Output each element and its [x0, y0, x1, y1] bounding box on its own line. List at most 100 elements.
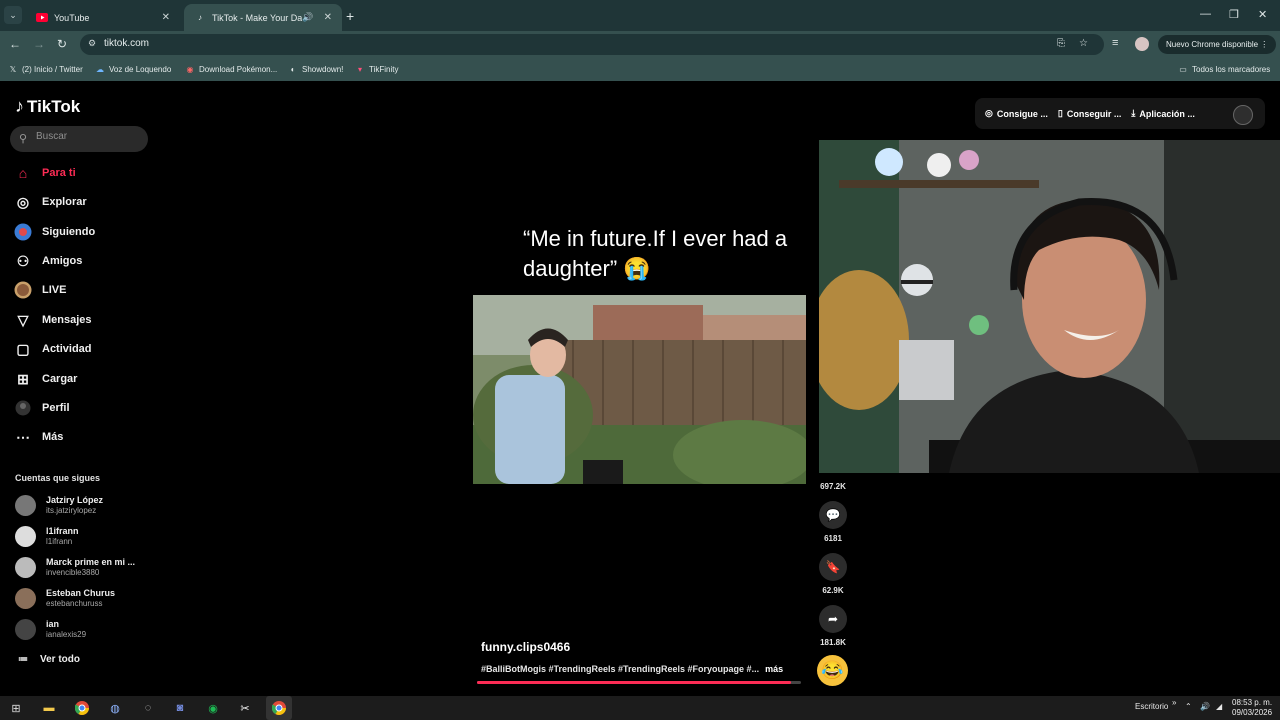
get-coins-button[interactable]: ◎ Consigue ... — [985, 108, 1048, 119]
search-icon: ⚲ — [19, 133, 28, 145]
network-icon[interactable]: ◢ — [1216, 702, 1222, 711]
tab-youtube[interactable]: YouTube ✕ — [26, 4, 180, 31]
minimize-button[interactable]: — — [1200, 8, 1211, 20]
see-all-button[interactable]: ≔ Ver todo — [18, 654, 80, 665]
close-icon[interactable]: ✕ — [324, 12, 332, 23]
search-box[interactable]: ⚲ — [10, 126, 148, 152]
url-text: tiktok.com — [104, 38, 150, 49]
browser-profile-avatar[interactable] — [1135, 37, 1149, 51]
close-window-button[interactable]: ✕ — [1258, 8, 1267, 21]
nav-label: Actividad — [42, 343, 92, 355]
install-app-icon[interactable]: ⎘ — [1057, 38, 1065, 49]
nav-mas[interactable]: ⋯ Más — [13, 427, 63, 447]
bookmark-twitter[interactable]: 𝕏 (2) Inicio / Twitter — [8, 64, 83, 74]
showdown-icon: ◐ — [290, 64, 296, 74]
nav-actividad[interactable]: ▢ Actividad — [13, 339, 92, 359]
reload-button[interactable]: ↻ — [57, 37, 67, 51]
windows-start-icon[interactable]: ⊞ — [8, 700, 24, 716]
nav-para-ti[interactable]: ⌂ Para ti — [13, 163, 76, 183]
bookmark-tikfinity[interactable]: ▾ TikFinity — [355, 64, 399, 74]
more-button[interactable]: más — [765, 664, 783, 674]
nav-live[interactable]: LIVE — [13, 280, 66, 300]
desktop-app-button[interactable]: ⤓ Aplicación ... — [1131, 108, 1195, 119]
nav-siguiendo[interactable]: Siguiendo — [13, 222, 95, 242]
desktop-toolbar-label[interactable]: Escritorio — [1135, 702, 1168, 711]
taskbar: ⊞ ▬ ◍ ◌ ◙ ◉ ✂ Escritorio » ⌃ 🔊 ◢ 08:53 p… — [0, 696, 1280, 720]
obs-icon[interactable]: ◌ — [140, 700, 156, 716]
tikfinity-icon: ▾ — [357, 64, 362, 74]
all-bookmarks[interactable]: ▭ Todos los marcadores — [1178, 64, 1270, 74]
forward-button[interactable]: → — [33, 37, 45, 51]
followed-account[interactable]: Esteban Churus estebanchuruss — [15, 588, 115, 609]
bookmark-icon[interactable]: 🔖 — [819, 553, 847, 581]
media-controls-icon[interactable]: ≡ — [1112, 37, 1118, 49]
video-hashtags: #BalliBotMogis #TrendingReels #TrendingR… — [481, 664, 783, 674]
followed-account[interactable]: l1ifrann l1ifrann — [15, 526, 79, 547]
video-player[interactable] — [473, 295, 806, 484]
compass-icon: ◎ — [16, 193, 30, 210]
home-icon: ⌂ — [18, 165, 28, 181]
account-name: Marck prime en mi ... — [46, 557, 136, 567]
followed-account[interactable]: ian ianalexis29 — [15, 619, 86, 640]
restore-button[interactable]: ❐ — [1229, 8, 1239, 21]
bookmark-loquendo[interactable]: ☁ Voz de Loquendo — [95, 64, 171, 74]
overflow-chevron-icon[interactable]: » — [1172, 698, 1176, 707]
chrome-active-icon[interactable] — [271, 700, 287, 716]
followed-accounts-header: Cuentas que sigues — [15, 473, 101, 483]
site-info-icon[interactable]: ⚙ — [88, 38, 96, 49]
comment-icon[interactable]: 💬 — [819, 501, 847, 529]
bookmark-pokemon[interactable]: ◉ Download Pokémon... — [185, 64, 278, 74]
laughing-emoji-icon[interactable]: 😂 — [817, 655, 848, 686]
chevron-up-icon[interactable]: ⌃ — [1185, 702, 1192, 711]
update-chrome-button[interactable]: Nuevo Chrome disponible ⋮ — [1158, 35, 1277, 54]
new-tab-button[interactable]: + — [346, 8, 354, 24]
tab-title: YouTube — [54, 12, 90, 23]
tab-search-button[interactable]: ⌄ — [4, 6, 22, 24]
video-author[interactable]: funny.clips0466 — [481, 640, 570, 654]
clock-time: 08:53 p. m. — [1232, 698, 1273, 707]
nav-cargar[interactable]: ⊞ Cargar — [13, 369, 77, 389]
browser-toolbar: ← → ↻ ⚙ tiktok.com ⎘ ☆ ≡ Nuevo Chrome di… — [0, 31, 1280, 58]
followed-account[interactable]: Marck prime en mi ... invencible3880 — [15, 557, 135, 578]
get-app-button[interactable]: ▯ Conseguir ... — [1058, 108, 1121, 119]
tiktok-logo[interactable]: ♪ TikTok — [15, 96, 80, 117]
nav-label: LIVE — [42, 284, 67, 296]
discord-icon[interactable]: ◙ — [172, 700, 188, 716]
volume-icon[interactable]: 🔊 — [1200, 702, 1210, 711]
nav-explorar[interactable]: ◎ Explorar — [13, 192, 87, 212]
bookmark-label: Download Pokémon... — [199, 64, 278, 74]
webcam-overlay — [819, 140, 1280, 473]
spotify-icon[interactable]: ◉ — [205, 700, 221, 716]
bookmark-showdown[interactable]: ◐ Showdown! — [288, 64, 344, 74]
action-label: Aplicación ... — [1139, 108, 1195, 119]
account-handle: invencible3880 — [46, 568, 100, 577]
steam-icon[interactable]: ◍ — [107, 700, 123, 716]
bookmark-count: 62.9K — [822, 586, 844, 595]
star-icon[interactable]: ☆ — [1079, 38, 1088, 49]
video-progress-bar[interactable] — [477, 681, 801, 684]
bookmark-label: Voz de Loquendo — [109, 64, 172, 74]
nav-perfil[interactable]: Perfil — [13, 398, 70, 418]
search-input[interactable] — [36, 131, 141, 142]
nav-mensajes[interactable]: ▽ Mensajes — [13, 310, 92, 330]
address-bar[interactable]: ⚙ tiktok.com ⎘ ☆ — [80, 34, 1104, 55]
progress-fill — [477, 681, 792, 684]
account-name: l1ifrann — [46, 526, 79, 536]
profile-icon — [13, 398, 33, 418]
nav-amigos[interactable]: ⚇ Amigos — [13, 251, 83, 271]
followed-account[interactable]: Jatziry López its.jatzirylopez — [15, 495, 103, 516]
system-clock[interactable]: 08:53 p. m. 09/03/2026 — [1232, 698, 1272, 718]
hashtags-text[interactable]: #BalliBotMogis #TrendingReels #TrendingR… — [481, 664, 759, 674]
nav-label: Amigos — [42, 255, 83, 267]
share-icon[interactable]: ➦ — [819, 605, 847, 633]
account-name: ian — [46, 619, 60, 629]
capcut-icon[interactable]: ✂ — [237, 700, 253, 716]
chrome-icon[interactable] — [74, 700, 90, 716]
profile-avatar[interactable] — [1233, 105, 1253, 125]
file-explorer-icon[interactable]: ▬ — [41, 700, 57, 716]
close-icon[interactable]: ✕ — [162, 12, 170, 23]
following-icon — [13, 222, 33, 242]
back-button[interactable]: ← — [9, 37, 21, 51]
speaker-icon[interactable]: 🔊 — [302, 12, 313, 23]
tab-tiktok[interactable]: ♪ TikTok - Make Your Day 🔊 ✕ — [184, 4, 342, 31]
